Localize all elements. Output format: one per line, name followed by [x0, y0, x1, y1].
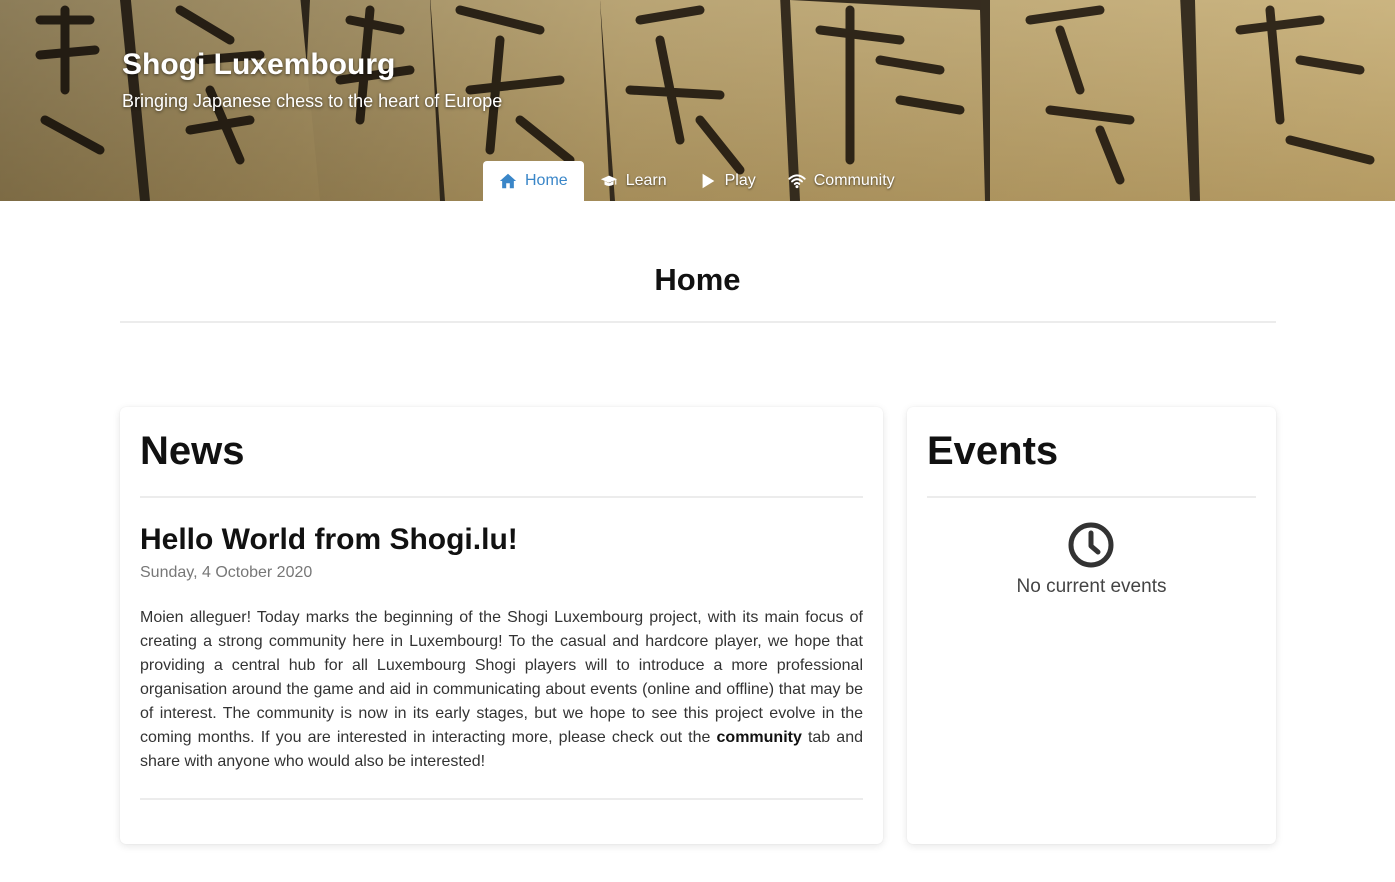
clock-icon [1068, 522, 1114, 568]
tab-home[interactable]: Home [483, 161, 584, 201]
post-divider [140, 798, 863, 800]
post-date: Sunday, 4 October 2020 [140, 564, 313, 581]
tab-play-label: Play [724, 172, 756, 189]
site-subtitle: Bringing Japanese chess to the heart of … [122, 91, 503, 111]
news-heading: News [140, 429, 245, 473]
tab-learn-label: Learn [625, 172, 667, 189]
play-icon [699, 172, 717, 190]
tab-community-label: Community [813, 172, 895, 189]
events-heading: Events [927, 429, 1059, 473]
tab-home-label: Home [525, 172, 568, 189]
hero-banner: Shogi Luxembourg Bringing Japanese chess… [0, 0, 1395, 201]
home-icon [499, 172, 517, 190]
post-body: Moien alleguer! Today marks the beginnin… [140, 606, 863, 774]
events-divider [927, 496, 1256, 498]
graduation-cap-icon [600, 172, 618, 190]
community-link-text: community [716, 729, 802, 746]
main-nav: Home Learn Play Community [483, 161, 911, 201]
tab-learn[interactable]: Learn [584, 161, 683, 201]
page-title: Home [654, 262, 741, 297]
tab-play[interactable]: Play [683, 161, 772, 201]
post-body-text: Moien alleguer! Today marks the beginnin… [140, 609, 863, 746]
news-divider [140, 496, 863, 498]
tab-community[interactable]: Community [772, 161, 911, 201]
page-divider [120, 321, 1276, 323]
wifi-icon [788, 172, 806, 190]
site-title[interactable]: Shogi Luxembourg [122, 48, 395, 82]
no-events-message: No current events [1016, 576, 1167, 597]
news-card: News Hello World from Shogi.lu! Sunday, … [120, 407, 883, 844]
post-title[interactable]: Hello World from Shogi.lu! [140, 523, 518, 557]
events-card: Events No current events [907, 407, 1276, 844]
